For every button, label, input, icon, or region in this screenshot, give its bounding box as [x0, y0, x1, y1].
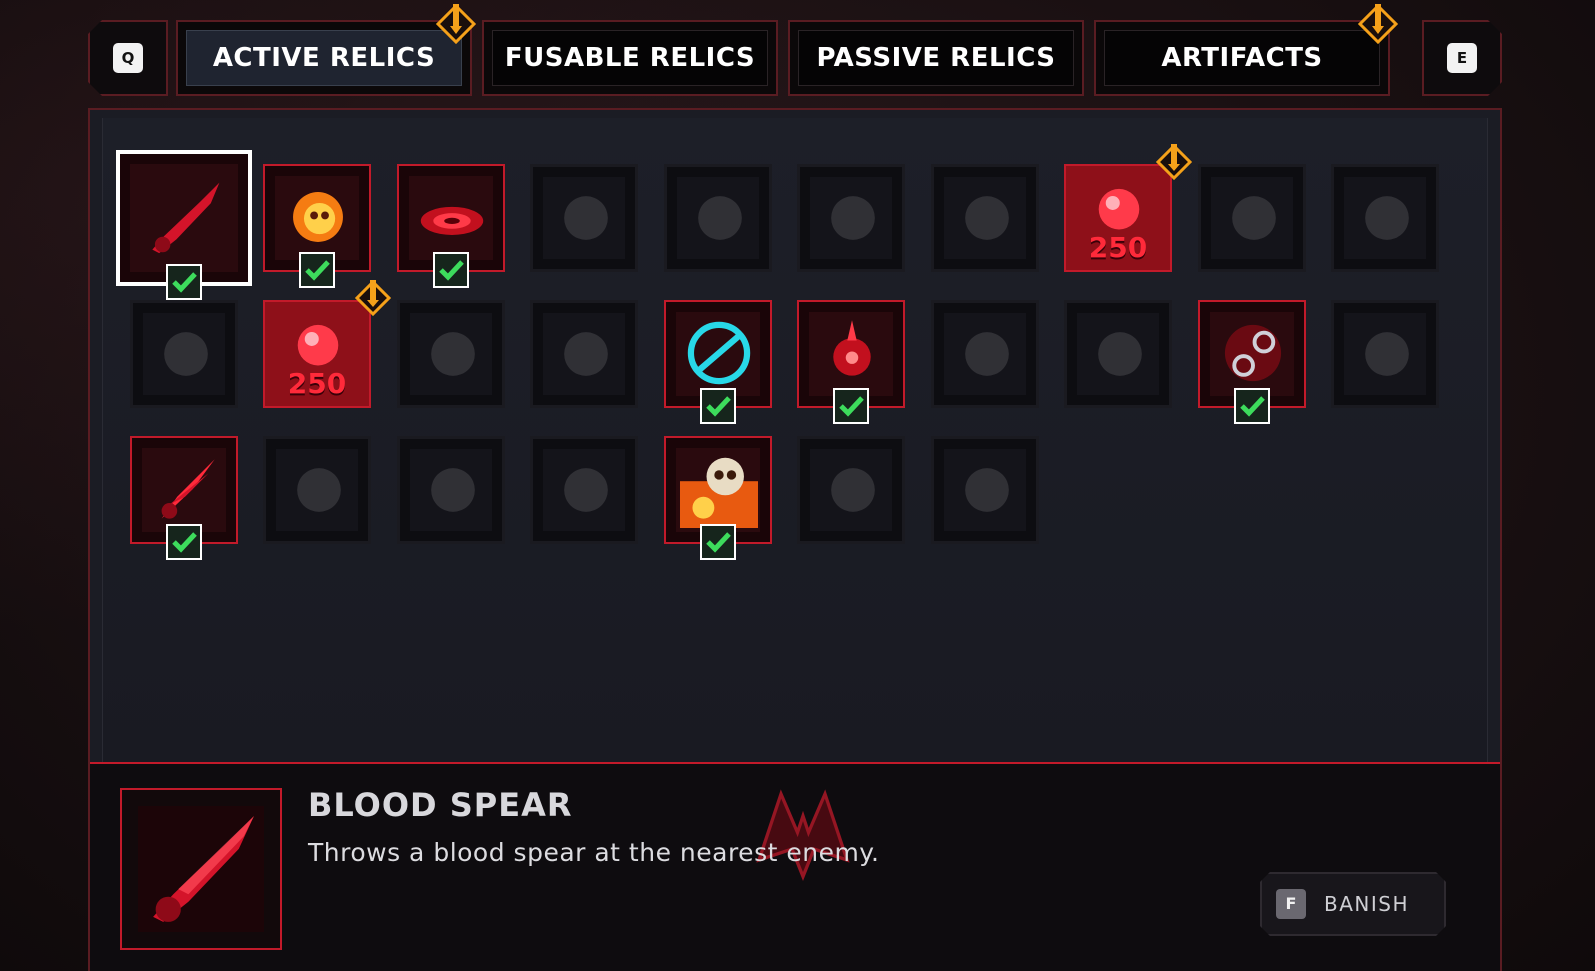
relic-slot[interactable]: 250 — [263, 280, 391, 408]
f-key-icon: F — [1276, 889, 1306, 919]
relic-slot[interactable] — [130, 300, 238, 408]
tab-active-relics[interactable]: ACTIVE RELICS — [176, 4, 476, 96]
relic-slot[interactable] — [931, 164, 1039, 272]
blood-spear-icon — [152, 182, 220, 254]
relic-slot[interactable] — [1331, 300, 1439, 408]
raven-icon — [831, 468, 875, 512]
fire-breath-skull-icon — [680, 457, 758, 528]
owned-check-icon — [433, 252, 469, 288]
tab-label: PASSIVE RELICS — [798, 30, 1074, 86]
beast-head-icon — [698, 196, 742, 240]
bat-swarm-icon — [1232, 196, 1276, 240]
relic-slot[interactable] — [797, 436, 905, 544]
divider — [90, 762, 1500, 764]
relic-slot[interactable] — [797, 300, 905, 424]
next-tab-key[interactable]: E — [1422, 20, 1502, 96]
relic-slot[interactable] — [1331, 164, 1439, 272]
relic-slot[interactable] — [530, 436, 638, 544]
meteor-icon — [965, 332, 1009, 376]
wolf-head-icon — [1365, 196, 1409, 240]
cyan-rings-icon — [687, 321, 751, 385]
owned-check-icon — [166, 524, 202, 560]
storm-icon — [564, 468, 608, 512]
relic-price: 250 — [1088, 231, 1148, 264]
relic-tab-bar: Q ACTIVE RELICS FUSABLE RELICS PASSIVE R… — [88, 4, 1502, 100]
relic-slot[interactable] — [530, 300, 638, 408]
relic-slot[interactable] — [116, 150, 252, 300]
eye-orb-icon — [965, 468, 1009, 512]
banish-button[interactable]: F BANISH — [1260, 872, 1446, 936]
relic-slot[interactable] — [397, 436, 505, 544]
relic-slot[interactable] — [263, 436, 371, 544]
prev-tab-key[interactable]: Q — [88, 20, 168, 96]
moon-icon — [564, 196, 608, 240]
banish-label: BANISH — [1324, 892, 1409, 916]
alert-diamond-icon — [436, 4, 476, 44]
relic-slot[interactable] — [263, 164, 371, 288]
relic-price: 250 — [287, 367, 347, 400]
relic-description: Throws a blood spear at the nearest enem… — [308, 838, 880, 867]
owned-check-icon — [1234, 388, 1270, 424]
e-key-icon: E — [1447, 43, 1477, 73]
relic-slot[interactable] — [931, 436, 1039, 544]
tab-fusable-relics[interactable]: FUSABLE RELICS — [482, 20, 778, 96]
relic-slot[interactable]: 250 — [1064, 144, 1192, 272]
relic-slot[interactable] — [664, 164, 772, 272]
spiked-ball-icon — [297, 468, 341, 512]
blood-vortex-icon — [420, 206, 484, 235]
tab-artifacts[interactable]: ARTIFACTS — [1094, 4, 1398, 96]
relic-title: BLOOD SPEAR — [308, 786, 573, 824]
owned-check-icon — [299, 252, 335, 288]
relic-slot[interactable] — [1198, 300, 1306, 424]
blood-demon-icon — [833, 320, 871, 376]
shadow-beast-icon — [965, 196, 1009, 240]
relic-slot[interactable] — [130, 436, 238, 560]
tab-label: ACTIVE RELICS — [186, 30, 462, 86]
relic-slot[interactable] — [664, 300, 772, 424]
lightning-crack-icon — [431, 332, 475, 376]
relic-slot[interactable] — [397, 164, 505, 288]
q-key-icon: Q — [113, 43, 143, 73]
relic-slot[interactable] — [664, 436, 772, 560]
owned-check-icon — [166, 264, 202, 300]
chain-orbs-icon — [1224, 324, 1282, 382]
alert-diamond-icon — [1358, 4, 1398, 44]
star-icon — [431, 468, 475, 512]
relic-slot[interactable] — [1064, 300, 1172, 408]
relic-slot[interactable] — [1198, 164, 1306, 272]
relic-slot[interactable] — [397, 300, 505, 408]
claw-icon — [164, 332, 208, 376]
alert-diamond-icon — [1156, 144, 1192, 180]
tab-label: FUSABLE RELICS — [492, 30, 768, 86]
tab-label: ARTIFACTS — [1104, 30, 1380, 86]
blood-spear-icon — [138, 806, 264, 932]
whip-icon — [1098, 332, 1142, 376]
owned-check-icon — [700, 524, 736, 560]
blood-burst-icon — [161, 459, 215, 519]
relic-detail-panel: BLOOD SPEAR Throws a blood spear at the … — [88, 762, 1502, 971]
relic-slot[interactable] — [797, 164, 905, 272]
spider-icon — [564, 332, 608, 376]
fire-skull-icon — [293, 192, 343, 242]
selected-relic-thumbnail — [120, 788, 282, 950]
scythe-icon — [1365, 332, 1409, 376]
black-hole-icon — [831, 196, 875, 240]
relic-slot[interactable] — [530, 164, 638, 272]
tab-passive-relics[interactable]: PASSIVE RELICS — [788, 20, 1084, 96]
alert-diamond-icon — [355, 280, 391, 316]
relic-slot[interactable] — [931, 300, 1039, 408]
owned-check-icon — [700, 388, 736, 424]
owned-check-icon — [833, 388, 869, 424]
